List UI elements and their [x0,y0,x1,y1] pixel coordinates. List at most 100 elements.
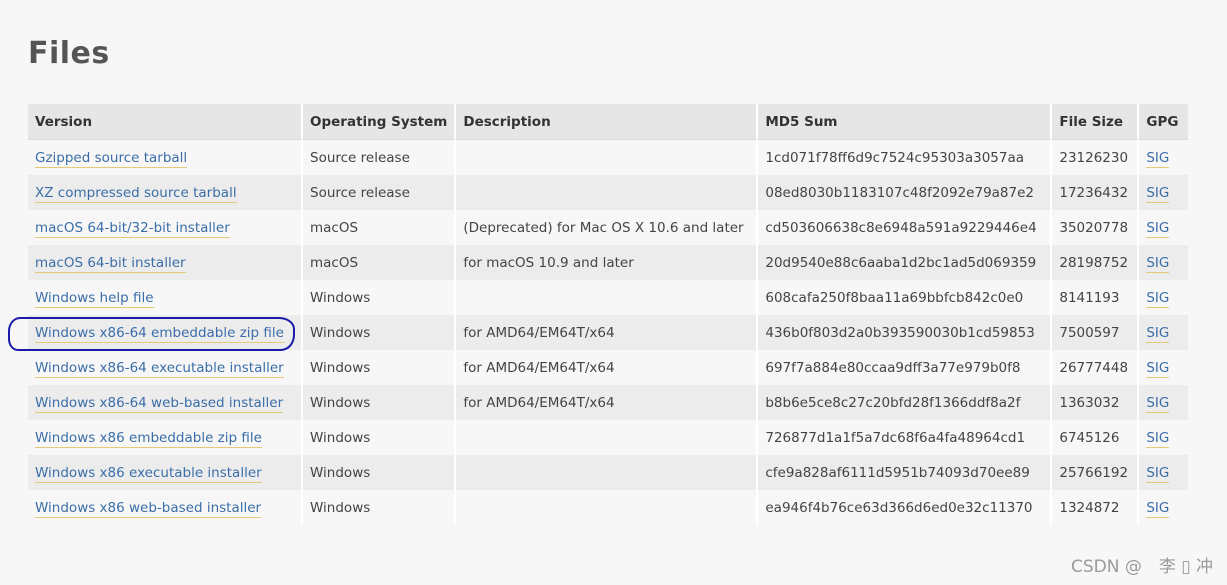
sig-link[interactable]: SIG [1146,429,1170,448]
table-row: Windows x86-64 web-based installer Window… [28,385,1189,420]
watermark: CSDN @ 李 ▯ 冲 [1070,557,1213,577]
os-text: macOS [310,219,359,236]
sig-link[interactable]: SIG [1146,359,1170,378]
sig-link[interactable]: SIG [1146,219,1170,238]
sig-link[interactable]: SIG [1146,324,1170,343]
table-row: Windows x86-64 embeddable zip file Window… [28,315,1189,350]
file-size-text: 17236432 [1059,184,1129,201]
gpg-cell: SIG [1139,140,1189,175]
download-link[interactable]: Windows x86 executable installer [35,464,262,483]
table-row: Windows x86 web-based installer Windows ea… [28,490,1189,525]
file-size-cell: 25766192 [1052,455,1140,490]
page-title: Files [28,36,110,71]
file-size-text: 26777448 [1059,359,1129,376]
sig-link[interactable]: SIG [1146,394,1170,413]
table-row: macOS 64-bit installer macOS for macOS 10.… [28,245,1189,280]
header-description: Description [456,104,759,140]
sig-link[interactable]: SIG [1146,184,1170,203]
sig-link[interactable]: SIG [1146,149,1170,168]
version-cell: macOS 64-bit installer [28,245,303,280]
os-text: Windows [310,324,371,341]
version-cell: Windows x86-64 web-based installer [28,385,303,420]
download-link[interactable]: Windows x86-64 web-based installer [35,394,284,413]
download-link[interactable]: macOS 64-bit installer [35,254,186,273]
file-size-text: 23126230 [1059,149,1129,166]
md5-text: cfe9a828af6111d5951b74093d70ee89 [765,464,1030,481]
os-cell: macOS [303,245,457,280]
md5-cell: 436b0f803d2a0b393590030b1cd59853 [758,315,1053,350]
gpg-cell: SIG [1139,455,1189,490]
sig-link[interactable]: SIG [1146,254,1170,273]
md5-text: 1cd071f78ff6d9c7524c95303a3057aa [765,149,1025,166]
md5-text: 436b0f803d2a0b393590030b1cd59853 [765,324,1035,341]
gpg-cell: SIG [1139,245,1189,280]
gpg-cell: SIG [1139,280,1189,315]
md5-cell: ea946f4b76ce63d366d6ed0e32c11370 [758,490,1053,525]
header-version: Version [28,104,303,140]
md5-cell: 20d9540e88c6aaba1d2bc1ad5d069359 [758,245,1053,280]
os-cell: Windows [303,420,457,455]
description-cell [456,280,759,315]
download-link[interactable]: macOS 64-bit/32-bit installer [35,219,230,238]
os-text: Windows [310,429,371,446]
file-size-text: 1324872 [1059,499,1120,516]
table-row: Windows help file Windows 608cafa250f8baa1… [28,280,1189,315]
sig-link[interactable]: SIG [1146,289,1170,308]
gpg-cell: SIG [1139,350,1189,385]
file-size-text: 7500597 [1059,324,1120,341]
sig-link[interactable]: SIG [1146,464,1170,483]
file-size-cell: 1363032 [1052,385,1140,420]
gpg-cell: SIG [1139,175,1189,210]
description-cell: for macOS 10.9 and later [456,245,759,280]
file-size-cell: 26777448 [1052,350,1140,385]
header-operating-system: Operating System [303,104,457,140]
description-cell: (Deprecated) for Mac OS X 10.6 and later [456,210,759,245]
gpg-cell: SIG [1139,210,1189,245]
download-link[interactable]: Windows help file [35,289,154,308]
file-size-cell: 35020778 [1052,210,1140,245]
md5-text: 726877d1a1f5a7dc68f6a4fa48964cd1 [765,429,1026,446]
download-link[interactable]: XZ compressed source tarball [35,184,237,203]
gpg-cell: SIG [1139,420,1189,455]
file-size-text: 25766192 [1059,464,1129,481]
files-table: Version Operating System Description MD5… [28,104,1189,525]
version-cell: Gzipped source tarball [28,140,303,175]
description-cell [456,420,759,455]
header-file-size: File Size [1052,104,1140,140]
version-cell: Windows x86 embeddable zip file [28,420,303,455]
download-link[interactable]: Windows x86 web-based installer [35,499,262,518]
md5-cell: 1cd071f78ff6d9c7524c95303a3057aa [758,140,1053,175]
file-size-text: 35020778 [1059,219,1129,236]
md5-cell: 726877d1a1f5a7dc68f6a4fa48964cd1 [758,420,1053,455]
file-size-cell: 8141193 [1052,280,1140,315]
sig-link[interactable]: SIG [1146,499,1170,518]
version-cell: Windows x86-64 embeddable zip file [28,315,303,350]
os-cell: Windows [303,350,457,385]
os-text: Windows [310,499,371,516]
header-md5-sum: MD5 Sum [758,104,1053,140]
file-size-text: 28198752 [1059,254,1129,271]
os-text: Source release [310,149,410,166]
gpg-cell: SIG [1139,385,1189,420]
download-link[interactable]: Windows x86-64 embeddable zip file [35,324,284,343]
md5-cell: cfe9a828af6111d5951b74093d70ee89 [758,455,1053,490]
description-text: for macOS 10.9 and later [463,254,634,271]
description-text: for AMD64/EM64T/x64 [463,359,615,376]
description-text: (Deprecated) for Mac OS X 10.6 and later [463,219,744,236]
description-cell: for AMD64/EM64T/x64 [456,350,759,385]
os-text: Windows [310,359,371,376]
table-row: Windows x86-64 executable installer Windo… [28,350,1189,385]
download-link[interactable]: Windows x86 embeddable zip file [35,429,262,448]
description-cell [456,175,759,210]
download-link[interactable]: Gzipped source tarball [35,149,188,168]
files-page: Files Version Operating System Descripti… [0,0,1227,585]
version-cell: Windows x86 web-based installer [28,490,303,525]
file-size-cell: 1324872 [1052,490,1140,525]
file-size-text: 8141193 [1059,289,1120,306]
file-size-cell: 23126230 [1052,140,1140,175]
description-cell: for AMD64/EM64T/x64 [456,385,759,420]
download-link[interactable]: Windows x86-64 executable installer [35,359,284,378]
description-cell: for AMD64/EM64T/x64 [456,315,759,350]
os-cell: Windows [303,455,457,490]
description-cell [456,455,759,490]
